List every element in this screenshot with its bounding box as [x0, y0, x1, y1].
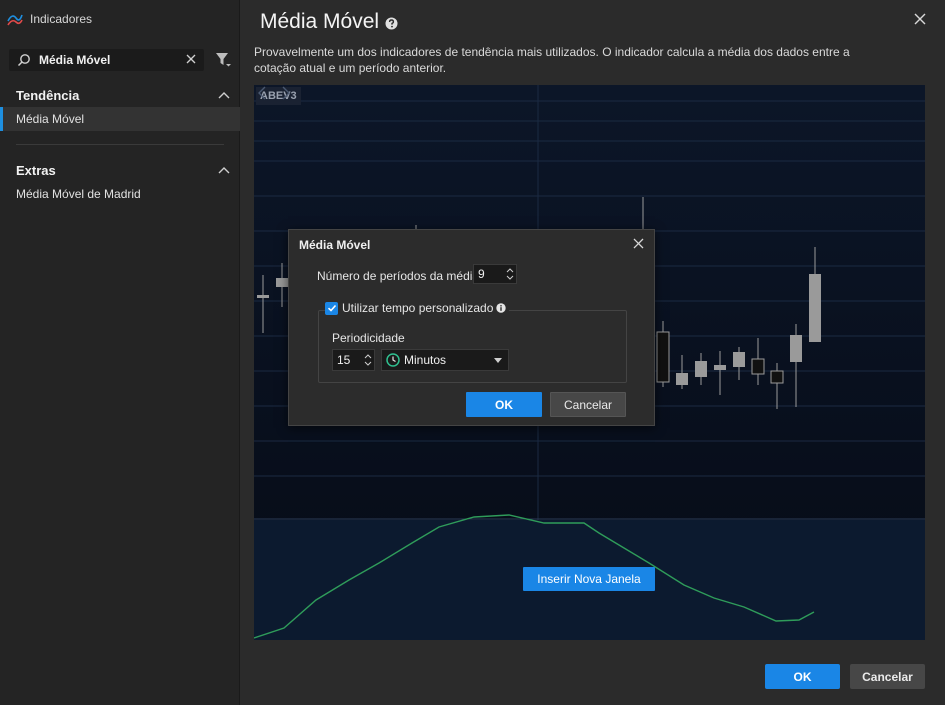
help-icon[interactable]: [385, 17, 398, 30]
section-title-extras[interactable]: Extras: [16, 163, 56, 178]
periodicity-stepper[interactable]: 15: [332, 349, 375, 371]
indicators-window: Indicadores Tendência Média Móvel Extras: [0, 0, 945, 705]
chevron-right-icon: [282, 86, 290, 100]
sidebar-item-label: Média Móvel de Madrid: [16, 187, 141, 201]
divider: [16, 144, 224, 145]
indicator-description: Provavelmente um dos indicadores de tend…: [254, 45, 850, 75]
chart-nav-arrows[interactable]: [254, 85, 294, 101]
check-icon: [327, 304, 336, 312]
custom-time-row: Utilizar tempo personalizado: [325, 301, 510, 315]
search-input[interactable]: [39, 53, 179, 67]
periods-label: Número de períodos da média:: [317, 269, 483, 283]
ok-button[interactable]: OK: [765, 664, 840, 689]
sidebar: Indicadores Tendência Média Móvel Extras: [0, 0, 240, 705]
clock-icon: [386, 353, 400, 367]
filter-icon[interactable]: [214, 51, 232, 69]
chevron-up-icon[interactable]: [218, 91, 230, 99]
close-icon[interactable]: [633, 238, 644, 249]
custom-time-group: [318, 310, 627, 383]
section-title-tendencia[interactable]: Tendência: [16, 88, 79, 103]
close-icon[interactable]: [913, 12, 927, 26]
periods-value: 9: [478, 267, 485, 281]
dialog-title: Média Móvel: [299, 238, 371, 252]
periodicity-value: 15: [337, 353, 351, 367]
info-icon[interactable]: [496, 303, 507, 313]
search-icon: [17, 54, 30, 67]
indicator-settings-dialog: Média Móvel Número de períodos da média:…: [288, 229, 655, 426]
periods-stepper[interactable]: 9: [473, 264, 517, 284]
sidebar-item-label: Média Móvel: [16, 112, 85, 126]
custom-time-checkbox[interactable]: [325, 301, 338, 315]
periodicity-unit-value: Minutos: [404, 353, 447, 367]
page-title: Média Móvel: [260, 10, 398, 34]
page-title-text: Média Móvel: [260, 10, 380, 33]
chevron-left-icon: [258, 86, 266, 100]
clear-search-icon[interactable]: [184, 52, 198, 66]
sidebar-header: Indicadores: [0, 0, 240, 37]
insert-new-window-button[interactable]: Inserir Nova Janela: [523, 567, 655, 591]
stepper-arrows-icon[interactable]: [506, 266, 514, 282]
periodicity-label: Periodicidade: [332, 331, 405, 345]
periodicity-unit-select[interactable]: Minutos: [381, 349, 509, 371]
search-field[interactable]: [9, 49, 204, 71]
sidebar-item-media-movel-madrid[interactable]: Média Móvel de Madrid: [0, 182, 240, 206]
indicator-chart-icon: [7, 14, 23, 25]
chevron-down-icon: [494, 358, 502, 363]
chevron-up-icon[interactable]: [218, 166, 230, 174]
window-title: Indicadores: [30, 11, 93, 26]
stepper-arrows-icon[interactable]: [364, 352, 372, 368]
cancel-button[interactable]: Cancelar: [850, 664, 925, 689]
sidebar-item-media-movel[interactable]: Média Móvel: [0, 107, 240, 131]
dialog-ok-button[interactable]: OK: [466, 392, 542, 417]
dialog-cancel-button[interactable]: Cancelar: [550, 392, 626, 417]
custom-time-label: Utilizar tempo personalizado: [342, 301, 494, 315]
